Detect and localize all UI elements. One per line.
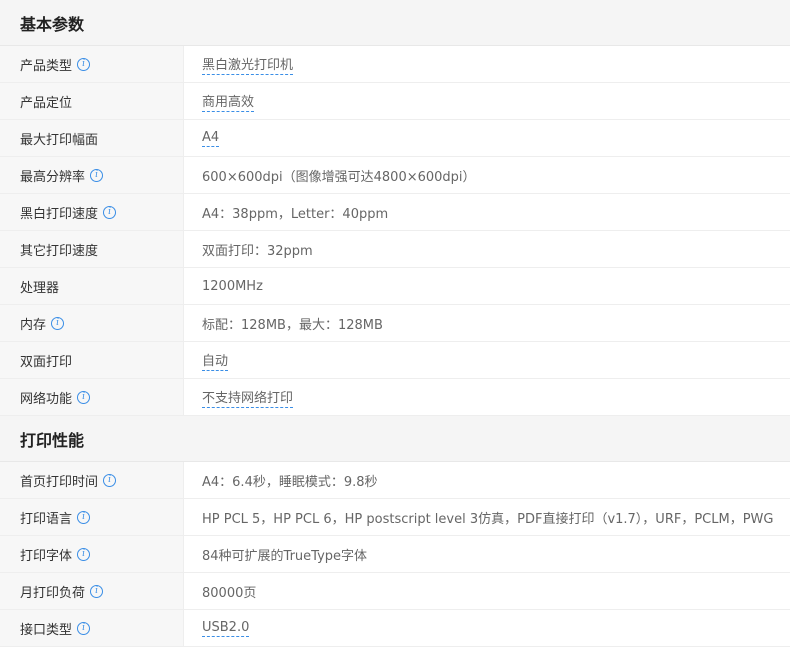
spec-value-text: 84种可扩展的TrueType字体 — [202, 548, 368, 564]
spec-row: 网络功能 i 不支持网络打印 — [0, 379, 790, 416]
info-icon[interactable]: i — [77, 621, 91, 635]
spec-value-link[interactable]: 不支持网络打印 — [202, 387, 294, 408]
spec-value-link[interactable]: 自动 — [202, 350, 229, 371]
spec-label-text: 打印语言 — [20, 511, 73, 527]
spec-table: 基本参数 产品类型 i 黑白激光打印机 产品定位 商用高效 最大打印幅面 A4 最高分辨… — [0, 0, 790, 647]
info-icon[interactable]: i — [77, 390, 91, 404]
spec-label-text: 产品类型 — [20, 58, 73, 74]
spec-row: 产品定位 商用高效 — [0, 83, 790, 120]
spec-value[interactable]: 不支持网络打印 — [184, 379, 790, 415]
spec-value[interactable]: 自动 — [184, 342, 790, 378]
spec-row: 接口类型 i USB2.0 — [0, 610, 790, 647]
spec-value-link[interactable]: 黑白激光打印机 — [202, 54, 294, 75]
section-header-basic: 基本参数 — [0, 0, 790, 46]
spec-label: 产品类型 i — [0, 46, 184, 82]
spec-label: 月打印负荷 i — [0, 573, 184, 609]
spec-value: A4：38ppm，Letter：40ppm — [184, 194, 790, 230]
section-rows-print-performance: 首页打印时间 i A4：6.4秒，睡眠模式：9.8秒 打印语言 i HP PCL 5，H… — [0, 462, 790, 647]
spec-label: 首页打印时间 i — [0, 462, 184, 498]
spec-value-text: 80000页 — [202, 585, 257, 601]
info-icon[interactable]: i — [77, 547, 91, 561]
spec-label: 接口类型 i — [0, 610, 184, 646]
info-icon[interactable]: i — [77, 510, 91, 524]
spec-value: 双面打印：32ppm — [184, 231, 790, 267]
spec-value-text: HP PCL 5，HP PCL 6，HP postscript level 3仿… — [202, 511, 774, 527]
spec-label: 打印语言 i — [0, 499, 184, 535]
spec-label-text: 内存 — [20, 317, 47, 333]
section-title: 基本参数 — [20, 14, 85, 34]
info-icon[interactable]: i — [90, 168, 104, 182]
spec-label: 最大打印幅面 — [0, 120, 184, 156]
section-title: 打印性能 — [20, 430, 85, 450]
spec-row: 其它打印速度 双面打印：32ppm — [0, 231, 790, 268]
spec-label: 最高分辨率 i — [0, 157, 184, 193]
spec-row: 打印语言 i HP PCL 5，HP PCL 6，HP postscript lev… — [0, 499, 790, 536]
spec-row: 黑白打印速度 i A4：38ppm，Letter：40ppm — [0, 194, 790, 231]
spec-value-link[interactable]: A4 — [202, 130, 220, 147]
spec-row: 最大打印幅面 A4 — [0, 120, 790, 157]
spec-value[interactable]: A4 — [184, 120, 790, 156]
info-icon[interactable]: i — [103, 473, 117, 487]
info-icon[interactable]: i — [51, 316, 65, 330]
spec-label: 黑白打印速度 i — [0, 194, 184, 230]
spec-value: 标配：128MB，最大：128MB — [184, 305, 790, 341]
section-rows-basic: 产品类型 i 黑白激光打印机 产品定位 商用高效 最大打印幅面 A4 最高分辨率 i 600… — [0, 46, 790, 416]
spec-label: 打印字体 i — [0, 536, 184, 572]
spec-value-text: 标配：128MB，最大：128MB — [202, 317, 383, 333]
spec-value-link[interactable]: 商用高效 — [202, 91, 255, 112]
spec-label-text: 接口类型 — [20, 622, 73, 638]
spec-label-text: 其它打印速度 — [20, 243, 99, 259]
spec-value-text: 1200MHz — [202, 278, 263, 294]
spec-label-text: 打印字体 — [20, 548, 73, 564]
spec-value: 600×600dpi（图像增强可达4800×600dpi） — [184, 157, 790, 193]
spec-value: 1200MHz — [184, 268, 790, 304]
spec-value[interactable]: USB2.0 — [184, 610, 790, 646]
spec-row: 双面打印 自动 — [0, 342, 790, 379]
info-icon[interactable]: i — [90, 584, 104, 598]
spec-label: 其它打印速度 — [0, 231, 184, 267]
spec-label: 双面打印 — [0, 342, 184, 378]
section-header-print-performance: 打印性能 — [0, 416, 790, 462]
info-icon[interactable]: i — [103, 205, 117, 219]
spec-row: 内存 i 标配：128MB，最大：128MB — [0, 305, 790, 342]
spec-value[interactable]: 商用高效 — [184, 83, 790, 119]
spec-value: 80000页 — [184, 573, 790, 609]
spec-value-link[interactable]: USB2.0 — [202, 620, 250, 637]
spec-value: A4：6.4秒，睡眠模式：9.8秒 — [184, 462, 790, 498]
spec-row: 打印字体 i 84种可扩展的TrueType字体 — [0, 536, 790, 573]
spec-row: 首页打印时间 i A4：6.4秒，睡眠模式：9.8秒 — [0, 462, 790, 499]
spec-label-text: 双面打印 — [20, 354, 73, 370]
spec-label: 网络功能 i — [0, 379, 184, 415]
spec-label-text: 处理器 — [20, 280, 60, 296]
spec-value: HP PCL 5，HP PCL 6，HP postscript level 3仿… — [184, 499, 790, 535]
spec-label-text: 月打印负荷 — [20, 585, 86, 601]
spec-label-text: 产品定位 — [20, 95, 73, 111]
spec-value: 84种可扩展的TrueType字体 — [184, 536, 790, 572]
spec-label-text: 首页打印时间 — [20, 474, 99, 490]
spec-value-text: A4：38ppm，Letter：40ppm — [202, 206, 389, 222]
spec-row: 最高分辨率 i 600×600dpi（图像增强可达4800×600dpi） — [0, 157, 790, 194]
spec-value-text: 双面打印：32ppm — [202, 243, 313, 259]
spec-label: 内存 i — [0, 305, 184, 341]
spec-row: 处理器 1200MHz — [0, 268, 790, 305]
spec-label-text: 黑白打印速度 — [20, 206, 99, 222]
spec-label-text: 网络功能 — [20, 391, 73, 407]
spec-label: 处理器 — [0, 268, 184, 304]
spec-value[interactable]: 黑白激光打印机 — [184, 46, 790, 82]
spec-value-text: 600×600dpi（图像增强可达4800×600dpi） — [202, 169, 476, 185]
spec-value-text: A4：6.4秒，睡眠模式：9.8秒 — [202, 474, 378, 490]
spec-label-text: 最高分辨率 — [20, 169, 86, 185]
spec-row: 月打印负荷 i 80000页 — [0, 573, 790, 610]
spec-label-text: 最大打印幅面 — [20, 132, 99, 148]
spec-label: 产品定位 — [0, 83, 184, 119]
info-icon[interactable]: i — [77, 57, 91, 71]
spec-row: 产品类型 i 黑白激光打印机 — [0, 46, 790, 83]
